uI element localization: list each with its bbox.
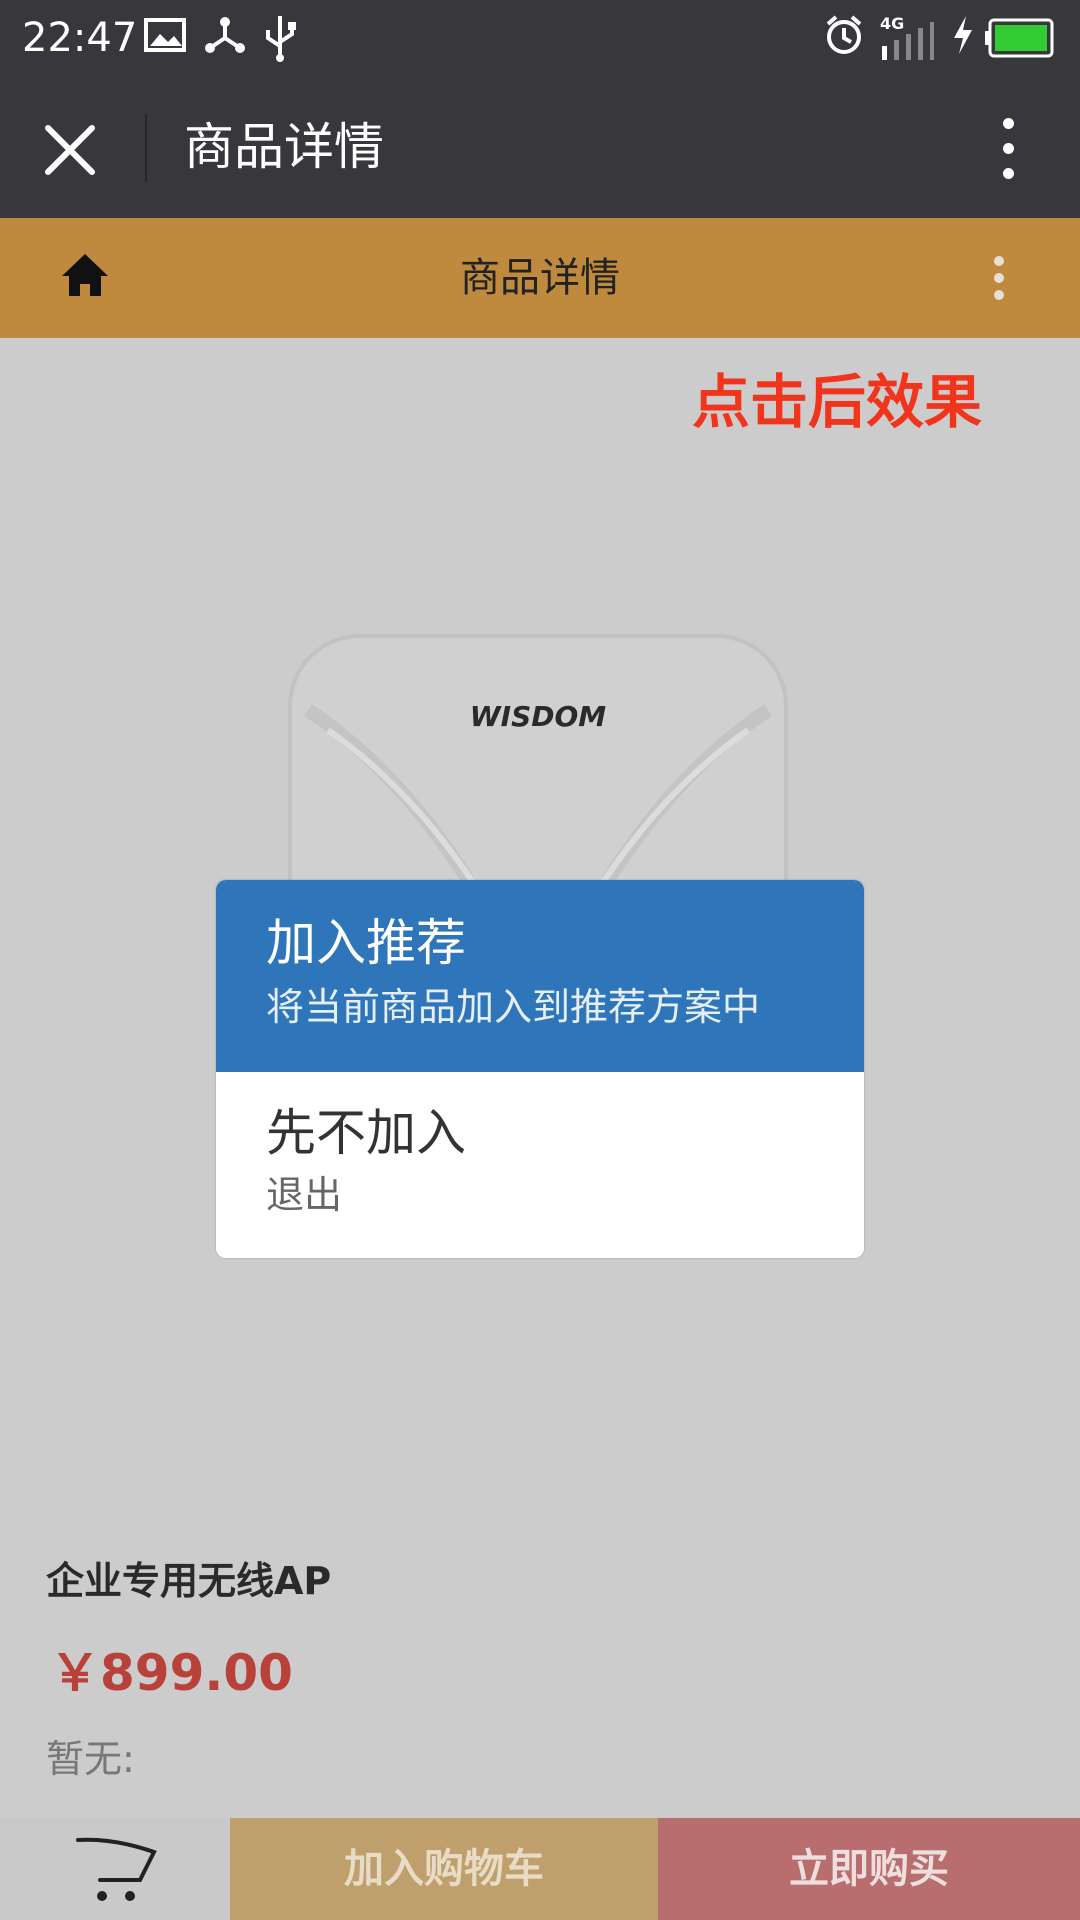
share-icon xyxy=(205,17,245,53)
product-price: ￥899.00 xyxy=(50,1644,293,1702)
product-brand: WISDOM xyxy=(470,700,607,733)
more-vertical-icon[interactable] xyxy=(990,114,1026,184)
add-recommendation-option[interactable]: 加入推荐 将当前商品加入到推荐方案中 xyxy=(216,880,864,1072)
cart-icon xyxy=(76,1837,157,1901)
image-icon xyxy=(144,18,186,52)
battery-icon xyxy=(985,18,1054,58)
cart-button[interactable] xyxy=(0,1818,230,1920)
product-name: 企业专用无线AP xyxy=(46,1559,332,1603)
product-note: 暂无: xyxy=(46,1737,135,1781)
close-icon[interactable] xyxy=(40,120,100,180)
more-vertical-icon[interactable] xyxy=(984,248,1014,308)
signal-icon xyxy=(882,22,934,60)
charging-icon xyxy=(954,16,972,54)
page-title: 商品详情 xyxy=(184,118,384,176)
option-subtitle: 将当前商品加入到推荐方案中 xyxy=(266,985,761,1029)
app-header: 商品详情 xyxy=(0,218,1080,338)
option-title: 加入推荐 xyxy=(266,914,466,972)
alarm-icon xyxy=(826,15,862,54)
skip-option[interactable]: 先不加入 退出 xyxy=(216,1072,864,1258)
bottom-bar: 加入购物车 立即购买 xyxy=(0,1818,1080,1920)
title-bar: 商品详情 xyxy=(0,76,1080,218)
buy-now-button[interactable]: 立即购买 xyxy=(658,1818,1080,1920)
status-time: 22:47 xyxy=(22,15,138,61)
option-subtitle: 退出 xyxy=(266,1173,343,1217)
status-bar: 22:47 4G xyxy=(0,0,1080,76)
annotation-text: 点击后效果 xyxy=(692,368,983,436)
option-title: 先不加入 xyxy=(266,1104,466,1162)
add-to-cart-button[interactable]: 加入购物车 xyxy=(230,1818,658,1920)
usb-icon xyxy=(266,16,296,62)
action-dialog: 加入推荐 将当前商品加入到推荐方案中 先不加入 退出 xyxy=(216,880,864,1258)
app-header-title: 商品详情 xyxy=(460,255,620,301)
title-divider xyxy=(145,114,147,182)
